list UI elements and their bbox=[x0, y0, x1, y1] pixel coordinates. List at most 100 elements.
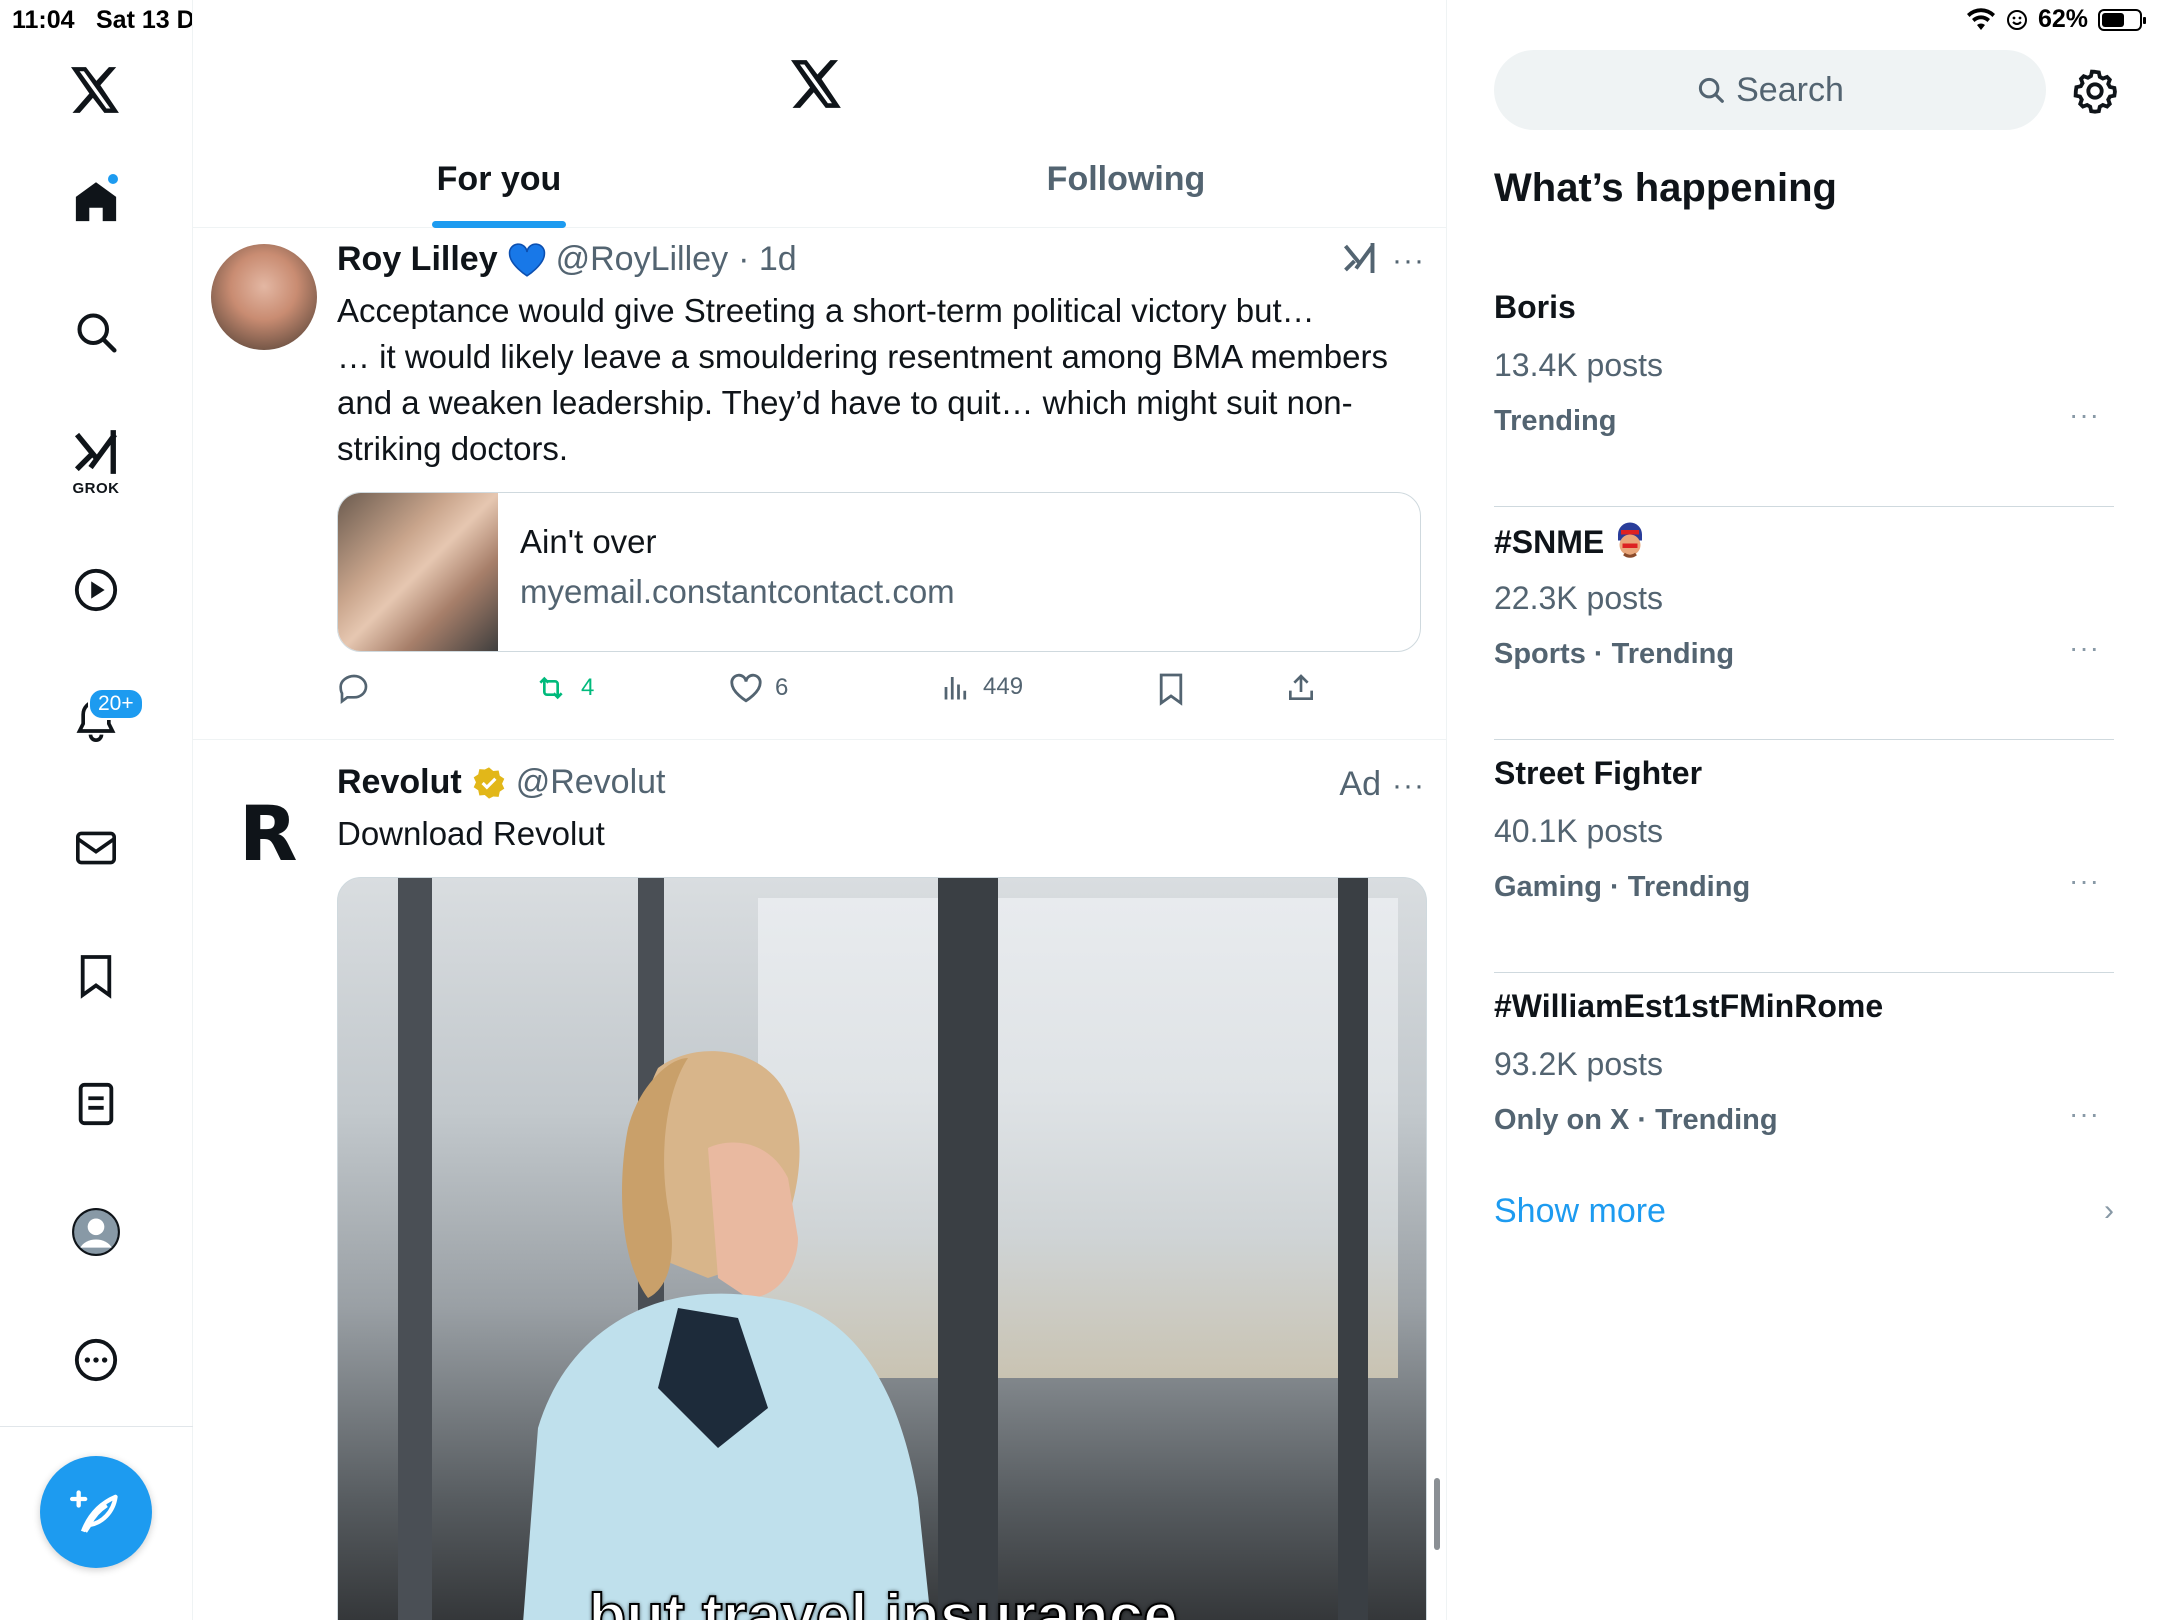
nav-video[interactable] bbox=[56, 550, 136, 630]
trend-more-icon[interactable]: ··· bbox=[2069, 632, 2100, 664]
chevron-right-icon[interactable]: › bbox=[2104, 1194, 2114, 1228]
author-name[interactable]: Roy Lilley bbox=[337, 240, 498, 279]
home-unread-dot bbox=[108, 174, 118, 184]
trend-meta: Only on X · Trending bbox=[1494, 1104, 1778, 1136]
tab-for-you[interactable]: For you bbox=[299, 160, 699, 199]
views-chart-icon bbox=[944, 677, 967, 700]
trend-name: #SNME bbox=[1494, 523, 1605, 560]
compose-button[interactable] bbox=[40, 1456, 152, 1568]
notifications-badge: 20+ bbox=[88, 688, 144, 720]
views-count: 449 bbox=[983, 673, 1024, 700]
main-timeline: For you Following Roy Lilley @RoyLilley … bbox=[193, 0, 1447, 1620]
trend-item[interactable]: #SNME 22.3K posts Sports · Trending ··· bbox=[1494, 508, 2114, 740]
tab-following[interactable]: Following bbox=[926, 160, 1326, 199]
trend-more-icon[interactable]: ··· bbox=[2069, 1098, 2100, 1130]
grok-label: GROK bbox=[72, 480, 120, 497]
nav-messages[interactable] bbox=[56, 808, 136, 888]
x-logo-icon[interactable] bbox=[56, 50, 136, 130]
trend-item[interactable]: #WilliamEst1stFMinRome 93.2K posts Only … bbox=[1494, 974, 2114, 1206]
tweet-time[interactable]: · 1d bbox=[738, 240, 797, 279]
window-frame bbox=[1338, 878, 1368, 1620]
bookmark-button[interactable] bbox=[1157, 672, 1185, 706]
tweet-more-icon[interactable]: ··· bbox=[1392, 244, 1425, 278]
link-card[interactable]: Ain't over myemail.constantcontact.com bbox=[337, 492, 1421, 652]
bookmark-icon bbox=[1159, 673, 1183, 706]
trend-name-row: #SNME bbox=[1494, 522, 1648, 562]
views-button[interactable]: 449 bbox=[941, 672, 1023, 702]
reply-button[interactable] bbox=[337, 672, 371, 704]
show-more-link[interactable]: Show more bbox=[1494, 1192, 1666, 1231]
link-card-image bbox=[338, 493, 498, 651]
reply-icon bbox=[339, 674, 368, 704]
trend-item[interactable]: Street Fighter 40.1K posts Gaming · Tren… bbox=[1494, 741, 2114, 973]
trend-meta: Gaming · Trending bbox=[1494, 871, 1751, 903]
search-input[interactable]: Search bbox=[1494, 50, 2046, 130]
video-caption: but travel insurance bbox=[587, 1581, 1178, 1620]
link-card-title: Ain't over bbox=[520, 523, 657, 560]
tweet[interactable]: Roy Lilley @RoyLilley · 1d ··· Acceptanc… bbox=[193, 228, 1446, 740]
tweet-more-icon[interactable]: ··· bbox=[1392, 769, 1425, 803]
search-placeholder: Search bbox=[1736, 70, 1844, 109]
trend-count: 40.1K posts bbox=[1494, 813, 1663, 849]
trend-meta: Trending bbox=[1494, 405, 1617, 437]
blue-heart-icon bbox=[508, 242, 545, 277]
trend-more-icon[interactable]: ··· bbox=[2069, 399, 2100, 431]
nav-bookmarks[interactable] bbox=[56, 936, 136, 1016]
search-icon bbox=[1699, 77, 1724, 103]
window-frame bbox=[938, 878, 998, 1620]
ad-label: Ad bbox=[1339, 765, 1381, 803]
trend-more-icon[interactable]: ··· bbox=[2069, 865, 2100, 897]
nav-home[interactable] bbox=[56, 162, 136, 242]
grok-explain-icon[interactable] bbox=[1341, 240, 1377, 281]
share-button[interactable] bbox=[1285, 672, 1317, 704]
like-button[interactable]: 6 bbox=[729, 672, 788, 704]
tweet-text-line: Acceptance would give Streeting a short-… bbox=[337, 292, 1315, 329]
compose-feather-icon bbox=[70, 1490, 118, 1533]
share-icon bbox=[1289, 674, 1313, 700]
video-person-figure bbox=[523, 1051, 931, 1620]
active-tab-indicator bbox=[432, 221, 566, 228]
scrollbar[interactable] bbox=[1434, 1478, 1440, 1550]
avatar[interactable] bbox=[211, 244, 317, 350]
left-navigation: GROK 20+ bbox=[0, 0, 193, 1620]
revolut-logo-icon[interactable]: R bbox=[239, 789, 298, 878]
retweet-count: 4 bbox=[581, 674, 595, 701]
heart-icon bbox=[730, 673, 762, 703]
tweet-text: Download Revolut bbox=[337, 815, 605, 852]
trend-count: 22.3K posts bbox=[1494, 580, 1663, 616]
settings-button[interactable] bbox=[2072, 68, 2118, 119]
trend-name: #WilliamEst1stFMinRome bbox=[1494, 988, 1884, 1024]
promoted-tweet[interactable]: R Revolut @Revolut Ad ··· Download Revol… bbox=[193, 741, 1446, 1620]
link-card-url: myemail.constantcontact.com bbox=[520, 573, 955, 610]
gear-icon bbox=[2073, 69, 2117, 114]
nav-profile[interactable] bbox=[56, 1192, 136, 1272]
nav-lists[interactable] bbox=[56, 1064, 136, 1144]
tweet-text: Acceptance would give Streeting a short-… bbox=[337, 288, 1427, 472]
list-document-icon bbox=[78, 1082, 114, 1126]
timeline-header: For you Following bbox=[193, 0, 1446, 228]
trend-count: 93.2K posts bbox=[1494, 1046, 1663, 1082]
wrestler-emoji-icon bbox=[1618, 522, 1643, 558]
home-icon bbox=[75, 182, 117, 222]
trend-item[interactable]: Boris 13.4K posts Trending ··· bbox=[1494, 275, 2114, 507]
right-sidebar: Search What’s happening Boris 13.4K post… bbox=[1448, 0, 2160, 1620]
trend-name: Boris bbox=[1494, 289, 1576, 325]
nav-more[interactable] bbox=[56, 1320, 136, 1400]
author-handle[interactable]: @Revolut bbox=[516, 763, 666, 802]
profile-avatar-icon bbox=[72, 1208, 120, 1256]
x-header-logo-icon[interactable] bbox=[791, 60, 843, 113]
tweet-text-body: … it would likely leave a smouldering re… bbox=[337, 338, 1388, 467]
retweet-button[interactable]: 4 bbox=[533, 672, 594, 704]
trend-meta: Sports · Trending bbox=[1494, 638, 1735, 670]
author-handle[interactable]: @RoyLilley bbox=[556, 240, 728, 279]
nav-explore[interactable] bbox=[56, 292, 136, 372]
tweet-header: Revolut @Revolut bbox=[337, 763, 665, 802]
trend-name: Street Fighter bbox=[1494, 755, 1703, 791]
tweet-header: Roy Lilley @RoyLilley · 1d bbox=[337, 240, 797, 279]
video-player[interactable]: but travel insurance bbox=[337, 877, 1427, 1620]
whats-happening-title: What’s happening bbox=[1494, 166, 1837, 210]
window-frame bbox=[398, 878, 432, 1620]
trend-count: 13.4K posts bbox=[1494, 347, 1663, 383]
tweet-actions: 4 6 449 bbox=[337, 672, 1387, 722]
author-name[interactable]: Revolut bbox=[337, 763, 462, 802]
